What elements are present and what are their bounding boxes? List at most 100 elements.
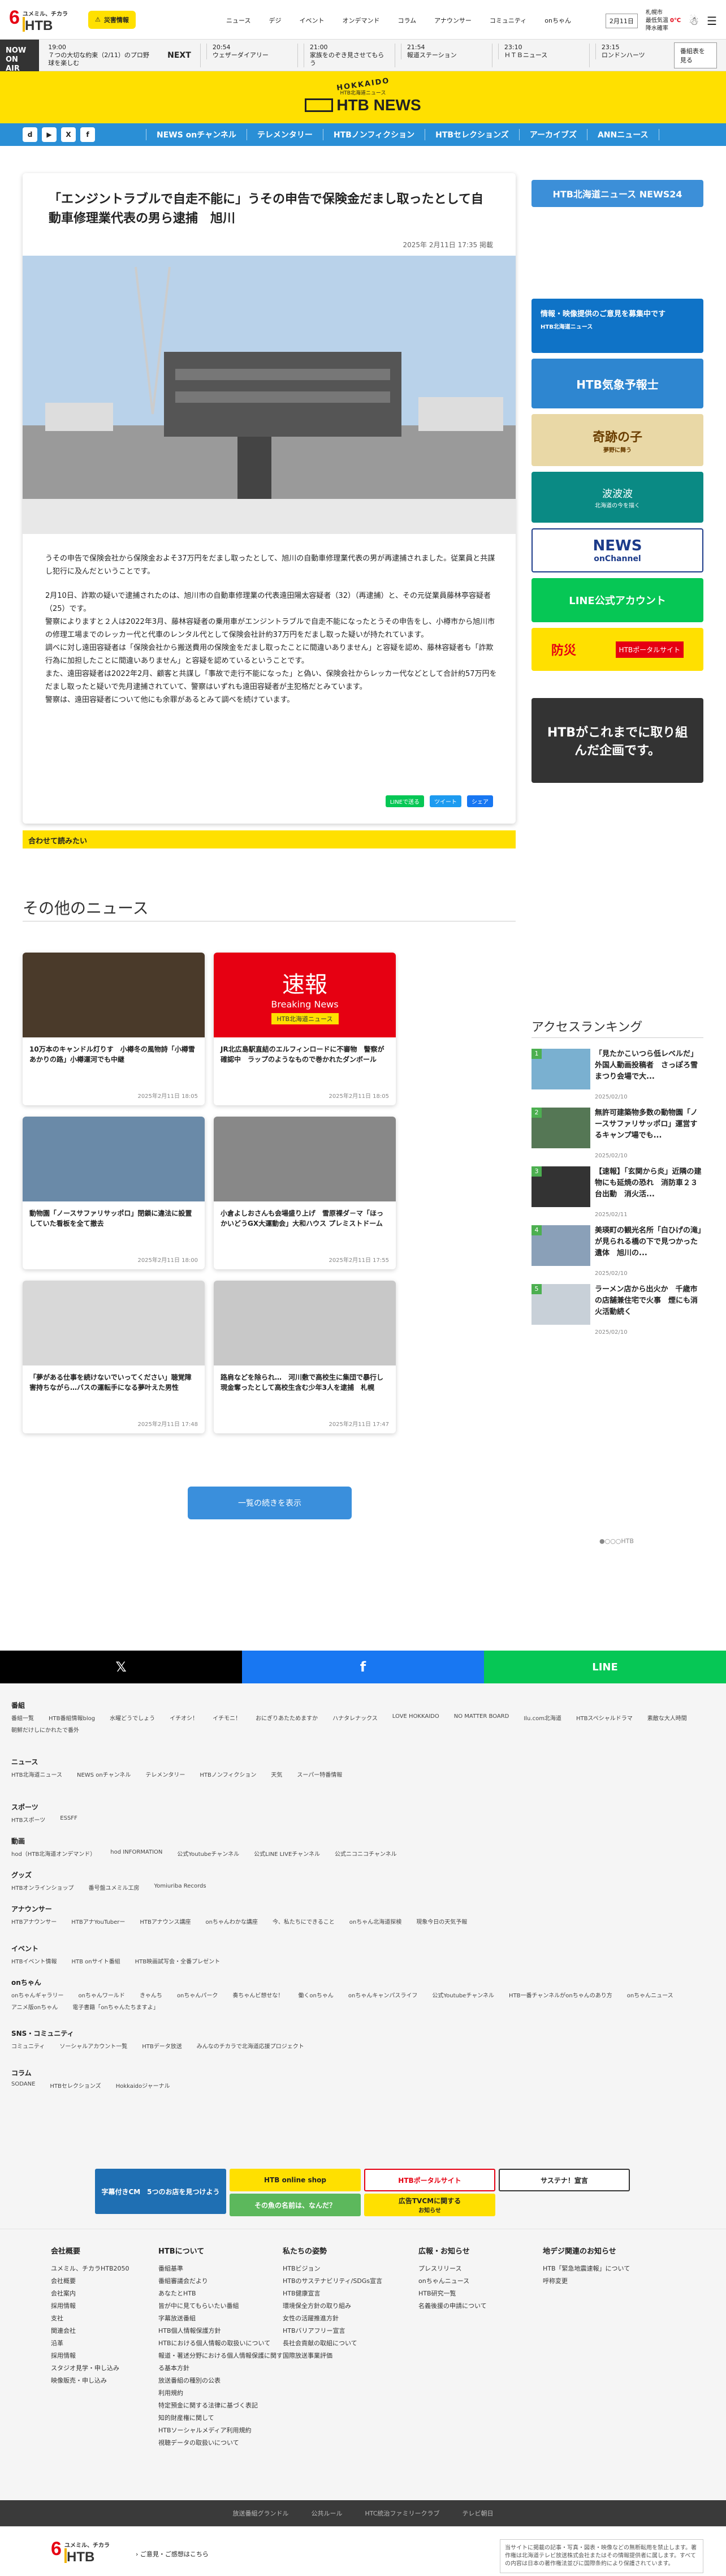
footer-link[interactable]: HTBアナYouTuberー	[71, 1917, 125, 1925]
footer-link[interactable]: 番号盤ユメミル工房	[89, 1883, 140, 1892]
sitemap-link[interactable]: 字幕放送番組	[158, 2312, 283, 2325]
sitemap-link[interactable]: 名義後援の申請について	[418, 2300, 543, 2312]
sitemap-link[interactable]: 支社	[51, 2312, 175, 2325]
nav-item[interactable]: HTBセレクションズ	[425, 129, 519, 140]
sitemap-link[interactable]: HTBのサステナビリティ/SDGs宣言	[283, 2275, 407, 2288]
sitemap-link[interactable]: HTB研究一覧	[418, 2288, 543, 2300]
footer-link[interactable]: HTB番組情報blog	[49, 1713, 95, 1722]
ranking-item[interactable]: 5 ラーメン店から出火か 千歳市の店舗兼住宅で火事 煙にも消火活動続く 2025/0…	[531, 1284, 703, 1341]
news-card[interactable]: 10万本のキャンドル灯りす 小樽冬の風物詩「小樽雪あかりの路」小樽運河でも中継 2…	[23, 953, 205, 1105]
footer-link[interactable]: 素敵な大人時間	[647, 1713, 687, 1722]
footer-link[interactable]: HTB北海道ニュース	[11, 1770, 62, 1778]
footer-link[interactable]: NEWS onチャンネル	[77, 1770, 131, 1778]
kiseki-banner[interactable]: 奇跡の子 夢野に舞う	[531, 414, 703, 466]
htb-projects-banner[interactable]: HTBがこれまでに取り組んだ企画です。	[531, 698, 703, 783]
news24-banner[interactable]: HTB北海道ニュース NEWS24	[531, 180, 703, 207]
sitemap-link[interactable]: ユメミル、チカラHTB2050	[51, 2263, 175, 2275]
footer-link[interactable]: SODANE	[11, 2081, 35, 2090]
next-program-item[interactable]: 20:54 ウェザーダイアリー	[200, 43, 285, 67]
sitemap-link[interactable]: 知的財産権に関して	[158, 2412, 283, 2424]
feedback-link[interactable]: › ご意見・ご感想はこちら	[136, 2549, 209, 2558]
footer-link[interactable]: 働くonちゃん	[298, 1991, 333, 1999]
next-program-item[interactable]: 23:15 ロンドンハーツ	[589, 43, 674, 67]
weather-forecaster-banner[interactable]: HTB気象予報士	[531, 359, 703, 408]
top-nav-item[interactable]: onちゃん	[544, 16, 571, 25]
ranking-item[interactable]: 1 「見たかこいつら低レベルだ」外国人動画投稿者 さっぽろ雪まつり会場で大... 2…	[531, 1049, 703, 1105]
sitemap-link[interactable]: 採用情報	[51, 2350, 175, 2362]
footer-link[interactable]: HTB映画試写会・全番プレゼント	[135, 1957, 221, 1965]
nav-item[interactable]: NEWS onチャンネル	[146, 129, 247, 140]
ranking-item[interactable]: 2 無許可建築物多数の動物園「ノースサファリサッポロ」運営するキャンプ場でも...…	[531, 1108, 703, 1164]
next-program-item[interactable]: 23:10 ＨＴＢニュース	[491, 43, 577, 67]
top-nav-item[interactable]: ニュース	[226, 16, 250, 25]
weather-widget[interactable]: 札幌市 最低気温 0℃ 降水確率	[646, 9, 681, 33]
top-nav-item[interactable]: デジ	[269, 16, 281, 25]
x-icon[interactable]: X	[61, 127, 76, 142]
bottom-link[interactable]: 公共ルール	[311, 2509, 342, 2518]
namima-banner[interactable]: 波波波 北海道の今を描く	[531, 472, 703, 523]
footer-htb-logo[interactable]: 6 ユメミル、チカラ HTB	[51, 2537, 113, 2565]
sitemap-link[interactable]: HTBにおける個人情報の取扱いについて	[158, 2337, 283, 2350]
sitemap-link[interactable]: HTBビジョン	[283, 2263, 407, 2275]
footer-link[interactable]: onちゃん北海道探検	[349, 1917, 401, 1925]
sitemap-link[interactable]: HTB個人情報保護方針	[158, 2325, 283, 2337]
sitemap-link[interactable]: 採用情報	[51, 2300, 175, 2312]
nav-item[interactable]: アーカイブズ	[518, 129, 587, 140]
bousai-portal-banner[interactable]: 防災 HTBポータルサイト	[531, 628, 703, 671]
sitemap-link[interactable]: スタジオ見学・申し込み	[51, 2362, 175, 2375]
footer-link[interactable]: イチモニ！	[213, 1713, 241, 1722]
sitemap-link[interactable]: 皆が中に見てもらいたい番組	[158, 2300, 283, 2312]
sitemap-link[interactable]: 放送番組の種別の公表	[158, 2375, 283, 2387]
sitemap-link[interactable]: 映像販売・申し込み	[51, 2375, 175, 2387]
sitemap-link[interactable]: 沿革	[51, 2337, 175, 2350]
disaster-info-button[interactable]: ⚠ 災害情報	[88, 10, 136, 29]
sitemap-link[interactable]: 女性の活躍推進方針	[283, 2312, 407, 2325]
footer-link[interactable]: 電子書籍「onちゃんたちますよ」	[72, 2002, 158, 2011]
footer-link[interactable]: onちゃんキャンパスライフ	[348, 1991, 417, 1999]
youtube-icon[interactable]: ▶	[42, 127, 57, 142]
online-shop-banner[interactable]: HTB online shop	[230, 2169, 361, 2191]
footer-link[interactable]: HTBオンラインショップ	[11, 1883, 74, 1892]
footer-link[interactable]: 現象今日の天気予報	[416, 1917, 467, 1925]
sitemap-link[interactable]: 視聴データの取扱いについて	[158, 2437, 283, 2449]
footer-link[interactable]: HTBスポーツ	[11, 1815, 45, 1824]
line-official-banner[interactable]: LINE公式アカウント	[531, 578, 703, 622]
footer-link[interactable]: ソーシャルアカウント一覧	[59, 2041, 127, 2050]
footer-link[interactable]: onちゃんギャラリー	[11, 1991, 63, 1999]
facebook-icon[interactable]: f	[80, 127, 95, 142]
news-card[interactable]: 動物園「ノースサファリサッポロ」閉鎖に違法に設置していた看板を全て撤去 2025年…	[23, 1117, 205, 1269]
top-nav-item[interactable]: イベント	[299, 16, 324, 25]
top-nav-item[interactable]: アナウンサー	[434, 16, 472, 25]
sitemap-link[interactable]: 国際放送事業評価	[283, 2350, 407, 2362]
footer-link[interactable]: HTBアナウンサー	[11, 1917, 57, 1925]
line-share-bar-button[interactable]: LINE	[484, 1651, 726, 1683]
portal-site-banner[interactable]: HTBポータルサイト	[364, 2169, 495, 2191]
footer-link[interactable]: HTBアナウンス講座	[140, 1917, 191, 1925]
footer-link[interactable]: 公式LINE LIVEチャンネル	[254, 1849, 320, 1858]
htb-news-logo[interactable]: HOKKAIDO HTB北海道ニュース HTB NEWS	[305, 76, 421, 114]
sitemap-link[interactable]: onちゃんニュース	[418, 2275, 543, 2288]
tiktok-icon[interactable]: d	[23, 127, 37, 142]
menu-icon[interactable]: ☰	[707, 14, 717, 28]
sitemap-link[interactable]: 関連会社	[51, 2325, 175, 2337]
next-program-item[interactable]: 21:00 家族をのぞき見させてもらう	[297, 43, 384, 67]
top-nav-item[interactable]: コラム	[397, 16, 416, 25]
fish-name-banner[interactable]: その魚の名前は、なんだ？	[230, 2194, 361, 2216]
program-guide-button[interactable]: 番組表を見る	[673, 42, 717, 68]
footer-link[interactable]: hod INFORMATION	[110, 1849, 162, 1858]
footer-link[interactable]: Ilu.com北海道	[524, 1713, 561, 1722]
footer-link[interactable]: onちゃんニュース	[627, 1991, 673, 1999]
footer-link[interactable]: きゃんち	[140, 1991, 162, 1999]
footer-link[interactable]: HTBスペシャルドラマ	[576, 1713, 633, 1722]
footer-link[interactable]: イチオシ！	[170, 1713, 198, 1722]
footer-link[interactable]: HTBイベント情報	[11, 1957, 57, 1965]
footer-link[interactable]: HTBデータ放送	[142, 2041, 182, 2050]
footer-link[interactable]: HTB一番チャンネルがonちゃんのあり方	[509, 1991, 612, 1999]
nav-item[interactable]: ANNニュース	[586, 129, 659, 140]
footer-link[interactable]: onちゃんワールド	[78, 1991, 124, 1999]
info-submit-banner[interactable]: 情報・映像提供のご意見を募集中です HTB北海道ニュース	[531, 299, 703, 353]
footer-link[interactable]: HTBノンフィクション	[200, 1770, 256, 1778]
footer-link[interactable]: 番組一覧	[11, 1713, 34, 1722]
bottom-link[interactable]: テレビ朝日	[463, 2509, 494, 2518]
footer-link[interactable]: HTBセレクションズ	[50, 2081, 101, 2090]
